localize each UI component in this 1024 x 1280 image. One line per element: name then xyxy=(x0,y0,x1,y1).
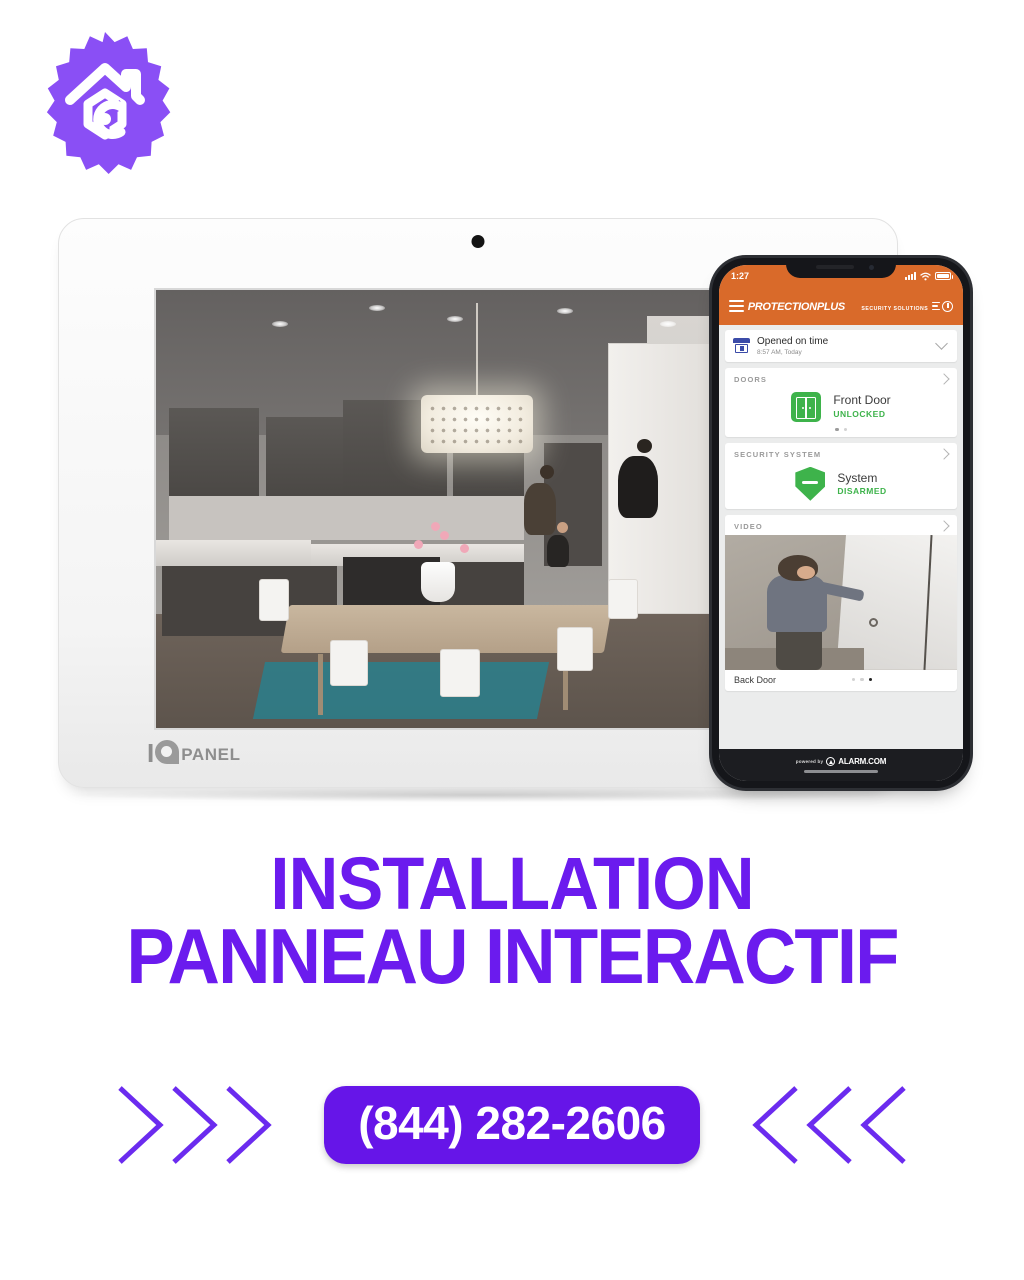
security-section-header[interactable]: SECURITY SYSTEM xyxy=(725,443,957,463)
video-section-title: VIDEO xyxy=(734,521,763,531)
chevrons-right-svg xyxy=(118,1086,272,1164)
home-indicator[interactable] xyxy=(804,770,878,773)
video-pager-dots[interactable] xyxy=(776,678,948,682)
video-footer: Back Door xyxy=(725,670,957,691)
business-open-icon xyxy=(733,338,750,354)
shield-disarmed-icon xyxy=(795,466,826,501)
doors-pager-dots[interactable] xyxy=(725,424,957,437)
security-system-card[interactable]: SECURITY SYSTEM System DISARMED xyxy=(725,442,957,509)
system-row[interactable]: System DISARMED xyxy=(725,463,957,509)
system-text: System DISARMED xyxy=(837,470,887,496)
chevron-right-icon[interactable] xyxy=(938,520,950,532)
chevron-down-icon[interactable] xyxy=(935,337,948,351)
activity-settings-icon[interactable] xyxy=(931,300,953,312)
hamburger-menu-icon[interactable] xyxy=(729,300,744,312)
phone-screen[interactable]: 1:27 PROTECTIONPLUS SECURITY SOLUTIONS O… xyxy=(719,265,963,781)
video-section-header[interactable]: VIDEO xyxy=(725,515,957,535)
tablet-camera-icon xyxy=(471,235,485,248)
notice-card[interactable]: Opened on time 8:57 AM, Today xyxy=(725,330,957,362)
tablet-screen[interactable] xyxy=(154,288,804,730)
app-header: PROTECTIONPLUS SECURITY SOLUTIONS xyxy=(719,287,963,325)
camera-thumbnail[interactable] xyxy=(725,534,957,670)
chevron-right-icon[interactable] xyxy=(938,448,950,460)
camera-label: Back Door xyxy=(734,674,777,685)
call-to-action-row: (844) 282-2606 xyxy=(0,1073,1024,1177)
phone-notch xyxy=(786,258,896,278)
double-door-icon xyxy=(791,391,822,422)
phone-number-button[interactable]: (844) 282-2606 xyxy=(324,1086,700,1164)
mobile-phone-mockup: 1:27 PROTECTIONPLUS SECURITY SOLUTIONS O… xyxy=(712,258,970,788)
doors-section-title: DOORS xyxy=(734,374,768,384)
alarm-dot-com-name: ALARM.COM xyxy=(838,757,887,766)
iq-panel-logo-i: I xyxy=(147,738,154,768)
poster-canvas: I PANEL 1:27 PROTECTIONPLUS SECURITY SOL… xyxy=(0,0,1024,1280)
chevrons-right-icon xyxy=(112,1082,292,1168)
page-title: INSTALLATION PANNEAU INTERACTIF xyxy=(36,842,988,1001)
notice-title: Opened on time xyxy=(757,336,829,347)
earpiece-speaker-icon xyxy=(816,265,854,269)
doors-card[interactable]: DOORS Front Door UNLOCKED xyxy=(725,367,957,437)
iq-panel-logo-q-mark xyxy=(155,740,180,764)
tablet-drop-shadow xyxy=(72,788,884,802)
headline-line-2: PANNEAU INTERACTIF xyxy=(126,912,899,1001)
home-camera-icon xyxy=(65,63,145,140)
cellular-signal-icon xyxy=(905,272,916,280)
battery-full-icon xyxy=(935,272,953,280)
system-state: DISARMED xyxy=(837,485,887,496)
protectionplus-logo: PROTECTIONPLUS SECURITY SOLUTIONS xyxy=(748,298,929,314)
iq-panel-logo-text: PANEL xyxy=(181,745,241,764)
system-name: System xyxy=(837,470,878,485)
front-door-state: UNLOCKED xyxy=(833,408,886,419)
notice-subtitle: 8:57 AM, Today xyxy=(757,348,802,356)
front-door-text: Front Door UNLOCKED xyxy=(833,393,891,419)
chevrons-left-icon xyxy=(732,1082,912,1168)
security-section-title: SECURITY SYSTEM xyxy=(734,449,822,459)
headline-line-1: INSTALLATION xyxy=(270,842,754,925)
brand-badge xyxy=(30,28,180,178)
front-camera-icon xyxy=(869,265,874,270)
brand-tagline: SECURITY SOLUTIONS xyxy=(861,306,929,312)
front-door-row[interactable]: Front Door UNLOCKED xyxy=(725,388,957,424)
powered-by-label: powered by xyxy=(795,759,824,764)
status-indicators xyxy=(905,272,953,281)
doors-section-header[interactable]: DOORS xyxy=(725,368,957,388)
chevrons-left-svg xyxy=(752,1086,906,1164)
camera-feed-image xyxy=(156,290,802,728)
status-time: 1:27 xyxy=(731,271,750,281)
alarm-dot-com-logo: powered by ALARM.COM xyxy=(795,757,887,766)
app-content: Opened on time 8:57 AM, Today DOORS Fron… xyxy=(719,325,963,749)
alarm-dot-com-icon xyxy=(826,757,836,766)
front-door-name: Front Door xyxy=(833,393,891,408)
iq-panel-logo: I PANEL xyxy=(147,738,241,768)
video-card[interactable]: VIDEO Back Door xyxy=(725,514,957,691)
chevron-right-icon[interactable] xyxy=(938,373,950,385)
wifi-icon xyxy=(920,272,931,280)
powered-by-bar: powered by ALARM.COM xyxy=(719,749,963,781)
notice-text: Opened on time 8:57 AM, Today xyxy=(757,336,930,356)
brand-name: PROTECTIONPLUS xyxy=(747,301,846,313)
